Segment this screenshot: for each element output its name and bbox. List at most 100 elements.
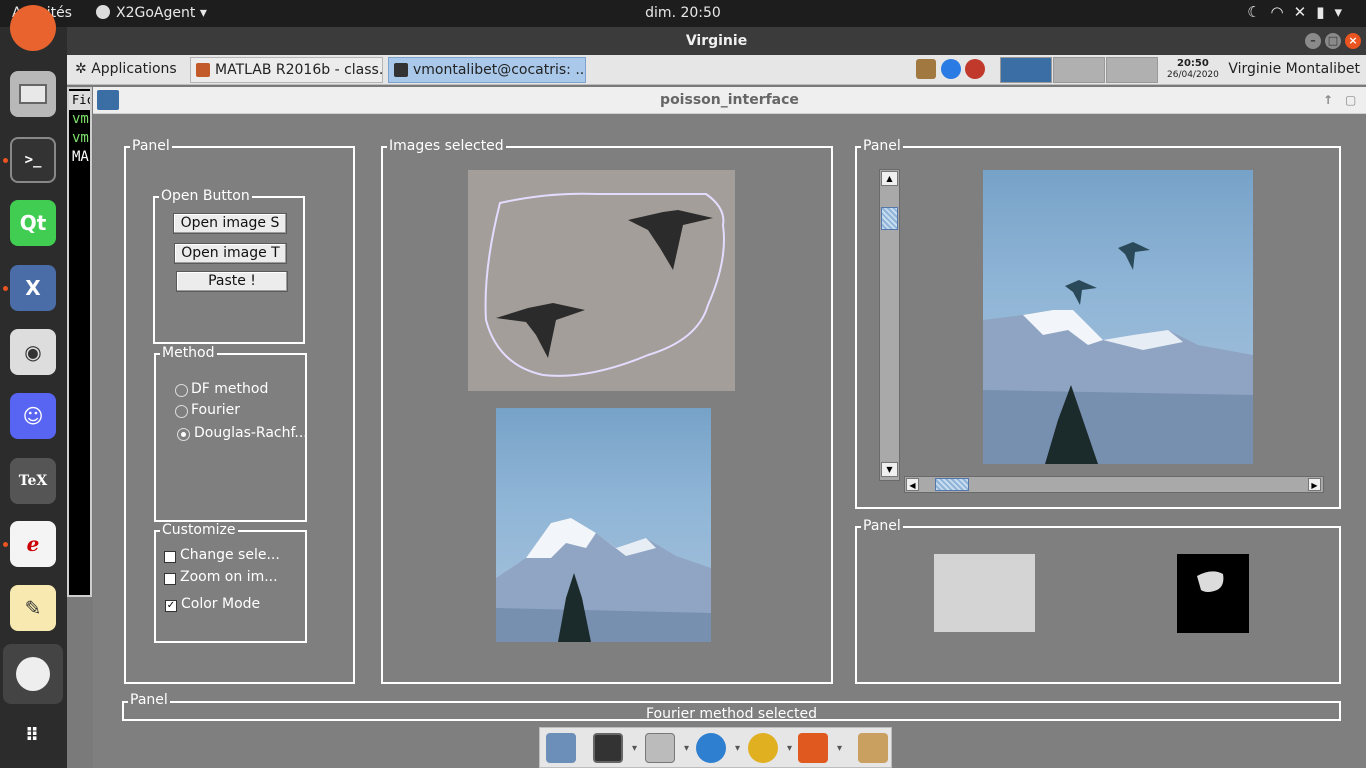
fourier-label: Fourier xyxy=(191,402,241,418)
result-panel-title: Panel xyxy=(861,138,903,154)
color-mode-checkbox[interactable]: ✓ xyxy=(165,600,177,612)
volume-muted-icon: ✕ xyxy=(1293,3,1317,21)
camera-icon[interactable]: ◉ xyxy=(10,329,56,375)
file-manager-icon[interactable] xyxy=(645,733,675,763)
panel-clock[interactable]: 20:50 26/04/2020 xyxy=(1167,58,1219,81)
color-mode-label: Color Mode xyxy=(181,596,261,612)
files-icon[interactable] xyxy=(10,71,56,117)
images-selected-title: Images selected xyxy=(387,138,506,154)
discord-icon[interactable]: ☺ xyxy=(10,393,56,439)
show-desktop-icon[interactable] xyxy=(546,733,576,763)
texmaker-icon[interactable]: TeX xyxy=(10,458,56,504)
firefox-icon[interactable] xyxy=(10,5,56,51)
system-tray[interactable]: ☾◠✕▮▾ xyxy=(1247,3,1352,21)
close-button[interactable]: × xyxy=(1345,33,1361,49)
task-matlab[interactable]: MATLAB R2016b - class... xyxy=(190,57,383,83)
df-method-radio[interactable] xyxy=(175,384,188,397)
applications-menu[interactable]: ✲ Applications xyxy=(75,61,177,77)
text-editor-icon[interactable]: ✎ xyxy=(10,585,56,631)
user-menu[interactable]: Virginie Montalibet xyxy=(1228,61,1360,77)
launcher-separator: ▾ xyxy=(787,743,793,754)
status-message: Fourier method selected xyxy=(645,706,818,722)
target-image[interactable] xyxy=(496,408,711,642)
chevron-down-icon: ▾ xyxy=(1334,3,1352,21)
open-image-t-button[interactable]: Open image T xyxy=(174,243,287,264)
fourier-radio[interactable] xyxy=(175,405,188,418)
mask-image[interactable] xyxy=(1177,554,1249,633)
task-terminal[interactable]: vmontalibet@cocatris: ... xyxy=(388,57,586,83)
clock[interactable]: dim. 20:50 xyxy=(645,5,721,21)
method-group: Method DF method Fourier Douglas-Rachf..… xyxy=(154,345,308,522)
app-finder-icon[interactable] xyxy=(748,733,778,763)
panel-clock-time: 20:50 xyxy=(1177,58,1209,69)
matlab-icon xyxy=(196,63,210,77)
change-selection-checkbox[interactable] xyxy=(164,551,176,563)
result-image-drawing xyxy=(983,242,1253,464)
battery-icon: ▮ xyxy=(1316,3,1335,21)
terminal-icon[interactable]: >_ xyxy=(10,137,56,183)
remote-window-title: Virginie xyxy=(685,33,748,49)
horizontal-scrollbar[interactable]: ◀ ▶ xyxy=(904,476,1324,493)
task-label: MATLAB R2016b - class... xyxy=(215,62,383,78)
maximize-button[interactable]: □ xyxy=(1325,33,1341,49)
task-label: vmontalibet@cocatris: ... xyxy=(413,62,586,78)
ubuntu-dock: >_ Qt X ◉ ☺ TeX ℯ ✎ ⠿ xyxy=(0,5,67,768)
douglas-rachford-radio[interactable] xyxy=(177,428,190,441)
qt-creator-icon[interactable]: Qt xyxy=(10,200,56,246)
scroll-left-button[interactable]: ◀ xyxy=(906,478,919,491)
launcher-separator: ▾ xyxy=(735,743,741,754)
terminal-icon[interactable] xyxy=(593,733,623,763)
xfce-bottom-dock: ▾ ▾ ▾ ▾ ▾ xyxy=(539,727,892,768)
window-title: poisson_interface xyxy=(660,92,799,108)
scroll-down-button[interactable]: ▼ xyxy=(881,462,898,477)
update-icon[interactable] xyxy=(941,59,961,79)
images-selected-panel: Images selected xyxy=(381,138,833,684)
masks-panel-title: Panel xyxy=(861,518,903,534)
paste-button[interactable]: Paste ! xyxy=(176,271,288,292)
matlab-launcher-icon[interactable] xyxy=(798,733,828,763)
show-applications-icon[interactable]: ⠿ xyxy=(10,713,56,759)
terminal-window[interactable]: Fic vm vm MA xyxy=(67,87,92,597)
timer-icon[interactable] xyxy=(965,59,985,79)
horizontal-scroll-thumb[interactable] xyxy=(935,478,969,491)
scroll-up-button[interactable]: ▲ xyxy=(881,171,898,186)
applications-label: Applications xyxy=(91,61,177,77)
zoom-checkbox[interactable] xyxy=(164,573,176,585)
vertical-scroll-thumb[interactable] xyxy=(881,207,898,230)
workspace-1[interactable] xyxy=(1000,57,1052,83)
open-group-title: Open Button xyxy=(159,188,252,204)
clipboard-icon[interactable] xyxy=(916,59,936,79)
douglas-rachford-label: Douglas-Rachf... xyxy=(194,425,308,441)
launcher-separator: ▾ xyxy=(837,743,843,754)
change-selection-label: Change sele... xyxy=(180,547,280,563)
terminal-line: vm xyxy=(72,111,89,127)
app-menu[interactable]: X2GoAgent ▾ xyxy=(96,5,207,21)
df-method-label: DF method xyxy=(191,381,269,397)
remote-window-titlebar[interactable]: Virginie – □ × xyxy=(67,27,1366,55)
workspace-2[interactable] xyxy=(1053,57,1105,83)
app-menu-label: X2GoAgent xyxy=(116,5,196,21)
source-image[interactable] xyxy=(468,170,735,391)
open-image-s-button[interactable]: Open image S xyxy=(173,213,287,234)
xfce-panel: ✲ Applications MATLAB R2016b - class... … xyxy=(67,55,1366,85)
window-titlebar[interactable]: poisson_interface ↑ ▢ xyxy=(93,87,1366,114)
gnome-top-bar: Activités X2GoAgent ▾ dim. 20:50 ☾◠✕▮▾ xyxy=(0,0,1366,27)
scroll-right-button[interactable]: ▶ xyxy=(1308,478,1321,491)
web-browser-icon[interactable] xyxy=(696,733,726,763)
workspace-3[interactable] xyxy=(1106,57,1158,83)
result-image[interactable] xyxy=(983,170,1253,464)
x-server-icon[interactable]: X xyxy=(10,265,56,311)
terminal-line: vm xyxy=(72,130,89,146)
source-image-drawing xyxy=(484,192,725,377)
restore-up-icon[interactable]: ↑ xyxy=(1323,87,1333,114)
zoom-label: Zoom on im... xyxy=(180,569,278,585)
wifi-icon: ◠ xyxy=(1270,3,1294,21)
vertical-scrollbar[interactable]: ▲ ▼ xyxy=(879,169,900,481)
evince-icon[interactable]: ℯ xyxy=(10,521,56,567)
logout-icon[interactable] xyxy=(858,733,888,763)
mask-drawing xyxy=(1197,571,1224,592)
minimize-button[interactable]: – xyxy=(1305,33,1321,49)
grayscale-patch-image[interactable] xyxy=(934,554,1035,632)
maximize-icon[interactable]: ▢ xyxy=(1345,87,1356,114)
x2go-client-icon[interactable] xyxy=(3,644,63,704)
